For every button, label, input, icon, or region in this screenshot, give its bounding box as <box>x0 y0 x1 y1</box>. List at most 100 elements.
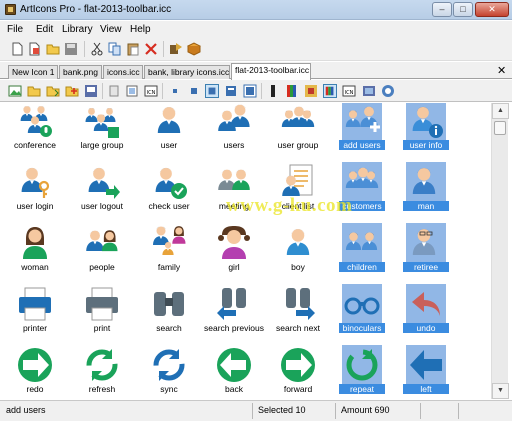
icon-cell[interactable]: search next <box>267 286 329 346</box>
search-icon <box>151 286 187 322</box>
tab-bank-library-icons-icc[interactable]: bank, library icons.icc <box>144 65 230 79</box>
menu-help[interactable]: Help <box>130 24 151 35</box>
image-icon[interactable] <box>8 84 22 98</box>
repeat-icon <box>344 347 380 383</box>
icon-format-icon[interactable]: ICN <box>342 84 356 98</box>
view-toolbar: ICN ICN <box>0 80 512 102</box>
icon-label: user logout <box>80 201 124 211</box>
extract-icon[interactable] <box>169 42 183 56</box>
icon-cell[interactable]: conference <box>4 103 66 163</box>
menu-library[interactable]: Library <box>62 24 93 35</box>
size-large-icon[interactable] <box>224 84 238 98</box>
close-window-button[interactable]: ✕ <box>475 2 509 17</box>
icon-cell[interactable]: sync <box>138 347 200 399</box>
icon-cell[interactable]: left <box>395 347 457 399</box>
icon-cell[interactable]: redo <box>4 347 66 399</box>
icon-cell[interactable]: user login <box>4 164 66 224</box>
cut-icon[interactable] <box>90 42 104 56</box>
size-tiny-icon[interactable] <box>168 84 182 98</box>
icon-cell[interactable]: users <box>203 103 265 163</box>
16-colors-icon[interactable] <box>285 84 299 98</box>
user-logout-icon <box>84 164 120 200</box>
properties-icon[interactable] <box>107 84 121 98</box>
export-icon[interactable] <box>84 84 98 98</box>
256-colors-icon[interactable] <box>304 84 318 98</box>
icon-label: binoculars <box>339 323 385 333</box>
minimize-button[interactable]: – <box>432 2 452 17</box>
icon-cell[interactable]: family <box>138 225 200 285</box>
icon-label: family <box>157 262 181 272</box>
icon-label: large group <box>80 140 124 150</box>
import-icon[interactable] <box>46 84 60 98</box>
icon-cell[interactable]: woman <box>4 225 66 285</box>
icon-cell[interactable]: children <box>331 225 393 285</box>
icon-cell[interactable]: user logout <box>71 164 133 224</box>
toolbar-separator <box>102 83 103 99</box>
forward-icon <box>280 347 316 383</box>
icon-cell[interactable]: boy <box>267 225 329 285</box>
icon-cell[interactable]: user <box>138 103 200 163</box>
menu-edit[interactable]: Edit <box>36 24 53 35</box>
icon-cell[interactable]: print <box>71 286 133 346</box>
icon-cell[interactable]: undo <box>395 286 457 346</box>
scroll-up-button[interactable]: ▲ <box>492 103 509 119</box>
scroll-down-button[interactable]: ▼ <box>492 383 509 399</box>
maximize-button[interactable]: □ <box>453 2 473 17</box>
icon-cell[interactable]: printer <box>4 286 66 346</box>
icon-cell[interactable]: meeting <box>203 164 265 224</box>
tab-bank-png[interactable]: bank.png <box>59 65 102 79</box>
icon-cell[interactable]: girl <box>203 225 265 285</box>
size-medium-icon[interactable] <box>205 84 219 98</box>
scroll-thumb[interactable] <box>494 121 506 135</box>
icon-cell[interactable]: back <box>203 347 265 399</box>
status-divider <box>420 403 421 419</box>
library-book-icon[interactable] <box>187 42 201 56</box>
icon-cell[interactable]: client list <box>267 164 329 224</box>
close-tab-icon[interactable]: ✕ <box>497 64 506 77</box>
icon-cell[interactable]: user group <box>267 103 329 163</box>
menu-file[interactable]: File <box>7 24 23 35</box>
icon-label: sync <box>160 384 178 394</box>
icon-cell[interactable]: people <box>71 225 133 285</box>
icon-cell[interactable]: man <box>395 164 457 224</box>
new-library-icon[interactable] <box>28 42 42 56</box>
icon-cell[interactable]: customers <box>331 164 393 224</box>
status-bar: add users Selected 10 Amount 690 <box>0 400 512 421</box>
icon-cell[interactable]: retiree <box>395 225 457 285</box>
tab-icons-icc[interactable]: icons.icc <box>103 65 143 79</box>
new-file-icon[interactable] <box>10 42 24 56</box>
ico-format-icon[interactable]: ICN <box>144 84 158 98</box>
open-folder-icon[interactable] <box>46 42 60 56</box>
delete-icon[interactable] <box>144 42 158 56</box>
resize-icon[interactable] <box>125 84 139 98</box>
test-icon[interactable] <box>381 84 395 98</box>
icon-cell[interactable]: add users <box>331 103 393 163</box>
icon-cell[interactable]: repeat <box>331 347 393 399</box>
icon-cell[interactable]: large group <box>71 103 133 163</box>
toolbar-separator <box>261 83 262 99</box>
true-color-icon[interactable] <box>323 84 337 98</box>
paste-icon[interactable] <box>126 42 140 56</box>
mono-color-icon[interactable] <box>266 84 280 98</box>
size-small-icon[interactable] <box>187 84 201 98</box>
open-image-icon[interactable] <box>27 84 41 98</box>
copy-icon[interactable] <box>108 42 122 56</box>
icon-cell[interactable]: refresh <box>71 347 133 399</box>
menu-view[interactable]: View <box>100 24 122 35</box>
icon-cell[interactable]: check user <box>138 164 200 224</box>
status-divider <box>335 403 336 419</box>
icon-cell[interactable]: search <box>138 286 200 346</box>
tab-new-icon-1[interactable]: New Icon 1 <box>8 65 58 79</box>
icon-cell[interactable]: user info <box>395 103 457 163</box>
save-icon[interactable] <box>64 42 78 56</box>
add-to-library-icon[interactable] <box>65 84 79 98</box>
user-info-icon <box>408 103 444 139</box>
icon-cell[interactable]: search previous <box>203 286 265 346</box>
icon-cell[interactable]: binoculars <box>331 286 393 346</box>
vertical-scrollbar[interactable]: ▲ ▼ <box>491 103 509 399</box>
size-xlarge-icon[interactable] <box>243 84 257 98</box>
icon-cell[interactable]: forward <box>267 347 329 399</box>
tab-flat-2013-toolbar-icc[interactable]: flat-2013-toolbar.icc <box>231 63 311 80</box>
preview-icon[interactable] <box>362 84 376 98</box>
icon-label: client list <box>281 201 315 211</box>
